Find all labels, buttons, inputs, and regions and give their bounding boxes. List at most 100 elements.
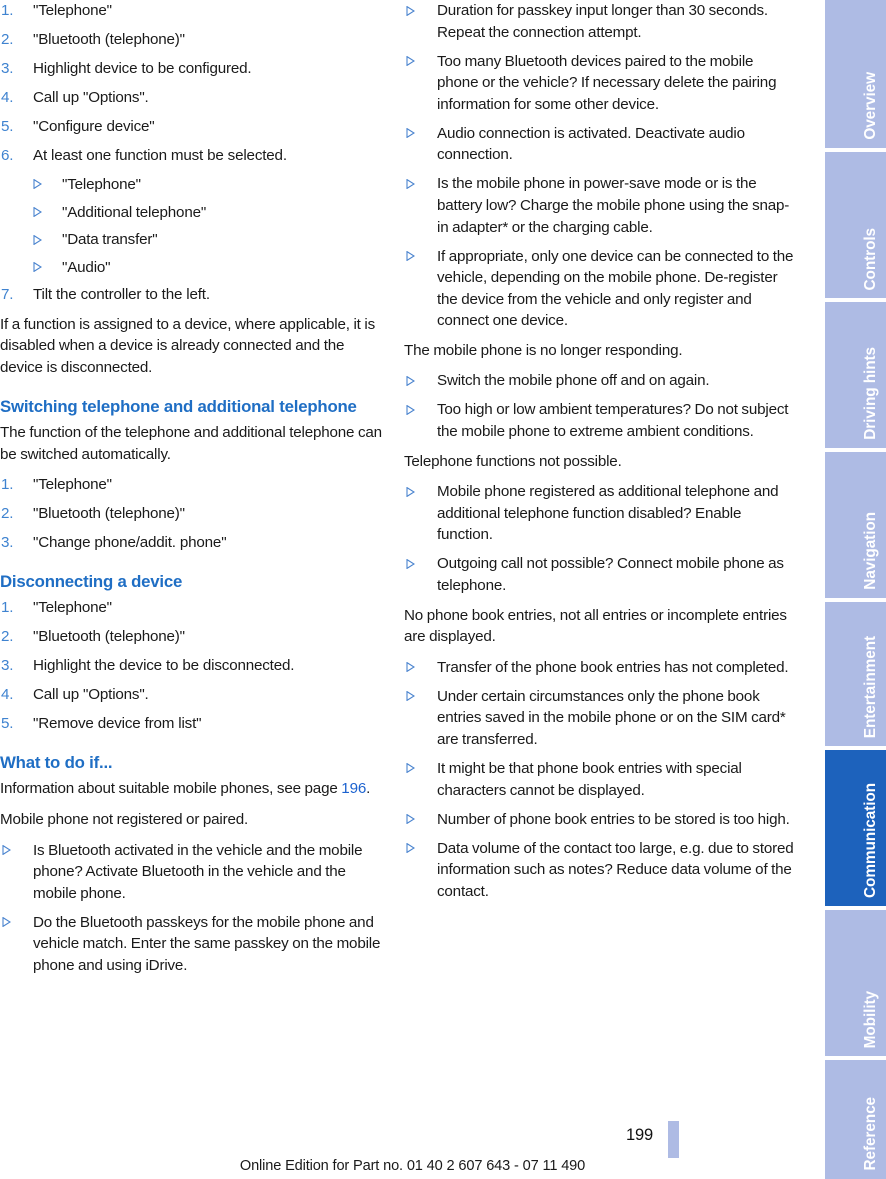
numbered-step: 2. "Bluetooth (telephone)"	[0, 29, 390, 51]
tab-entertainment[interactable]: Entertainment	[825, 602, 886, 746]
step-number: 7.	[1, 286, 14, 304]
function-option-item: "Additional telephone"	[33, 202, 390, 224]
not-registered-bullet-item: If appropriate, only one device can be c…	[404, 246, 794, 332]
manual-page: 1. "Telephone" 2. "Bluetooth (telephone)" 3.…	[0, 0, 886, 1179]
tab-reference[interactable]: Reference	[825, 1060, 886, 1179]
numbered-step: 4. Call up "Options".	[0, 684, 390, 706]
not-registered-lead: Mobile phone not registered or paired.	[0, 811, 249, 829]
tab-driving-hints[interactable]: Driving hints	[825, 302, 886, 448]
step-number: 3.	[1, 59, 14, 77]
triangle-bullet-icon	[406, 691, 415, 702]
step-number: 1.	[1, 2, 14, 19]
not-registered-bullet-list-continued: Duration for passkey input longer than 3…	[404, 0, 794, 332]
tab-communication[interactable]: Communication	[825, 750, 886, 906]
numbered-step: 1. "Telephone"	[0, 0, 390, 22]
functions-not-possible-bullet-list: Mobile phone registered as additional te…	[404, 481, 794, 596]
page-number: 199	[626, 1126, 653, 1144]
step-number: 6.	[1, 146, 14, 164]
sub-option-list-wrapper: "Telephone" "Additional telephone" "Data t…	[0, 174, 390, 278]
triangle-bullet-icon	[406, 56, 415, 67]
not-registered-bullet-item: Is the mobile phone in power-save mode o…	[404, 173, 794, 238]
step-number: 2.	[1, 505, 14, 523]
phone-book-lead: No phone book entries, not all entries o…	[404, 606, 787, 646]
heading-what-to-do-if: What to do if...	[0, 752, 113, 772]
chapter-tab-rail: Overview Controls Driving hints Navigation E…	[825, 0, 886, 1179]
step-text: Highlight the device to be disconnected.	[33, 657, 295, 675]
phone-book-bullet-item: Transfer of the phone book entries has n…	[404, 657, 794, 679]
not-registered-bullet-item: Is Bluetooth activated in the vehicle an…	[0, 840, 390, 905]
step-number: 4.	[1, 88, 14, 106]
step-text: Call up "Options".	[33, 88, 149, 106]
tab-overview[interactable]: Overview	[825, 0, 886, 148]
heading-disconnecting-device: Disconnecting a device	[0, 571, 183, 591]
tab-label: Reference	[862, 1097, 879, 1171]
bullet-item-text: Duration for passkey input longer than 3…	[437, 2, 768, 41]
function-option-item: "Telephone"	[33, 174, 390, 196]
bullet-item-text: Too many Bluetooth devices paired to the…	[437, 52, 777, 113]
triangle-bullet-icon	[406, 486, 415, 497]
tab-label: Communication	[862, 783, 879, 898]
numbered-step: 5. "Configure device"	[0, 116, 390, 138]
functions-not-possible-bullet-item: Outgoing call not possible? Connect mobi…	[404, 553, 794, 596]
bullet-item-text: If appropriate, only one device can be c…	[437, 247, 794, 330]
bullet-item-text: Data volume of the contact too large, e.…	[437, 839, 794, 900]
configure-device-step-list: 1. "Telephone" 2. "Bluetooth (telephone)" 3.…	[0, 0, 390, 306]
step-text: At least one function must be selected.	[33, 146, 287, 164]
tab-navigation[interactable]: Navigation	[825, 452, 886, 598]
what-to-do-intro-prefix: Information about suitable mobile phones…	[0, 780, 342, 798]
step-number: 3.	[1, 657, 14, 675]
function-option-text: "Telephone"	[62, 175, 141, 193]
bullet-item-text: Mobile phone registered as additional te…	[437, 483, 779, 544]
triangle-bullet-icon	[33, 262, 42, 273]
function-option-item: "Audio"	[33, 257, 390, 279]
bullet-item-text: Is the mobile phone in power-save mode o…	[437, 175, 790, 236]
not-responding-bullet-list: Switch the mobile phone off and on again…	[404, 370, 794, 442]
phone-book-bullet-item: Number of phone book entries to be store…	[404, 809, 794, 831]
function-option-text: "Additional telephone"	[62, 203, 207, 221]
numbered-step: 3. "Change phone/addit. phone"	[0, 532, 390, 554]
bullet-item-text: Under certain circumstances only the pho…	[437, 687, 786, 748]
bullet-item-text: Number of phone book entries to be store…	[437, 810, 790, 828]
tab-label: Controls	[862, 227, 879, 290]
bullet-item-text: It might be that phone book entries with…	[437, 759, 742, 799]
left-text-column: 1. "Telephone" 2. "Bluetooth (telephone)" 3.…	[0, 0, 390, 985]
function-option-item: "Data transfer"	[33, 229, 390, 251]
triangle-bullet-icon	[33, 207, 42, 217]
numbered-step: 1. "Telephone"	[0, 474, 390, 496]
triangle-bullet-icon	[406, 375, 415, 386]
function-option-text: "Audio"	[62, 258, 111, 276]
triangle-bullet-icon	[406, 404, 415, 415]
tab-label: Mobility	[862, 990, 879, 1048]
triangle-bullet-icon	[33, 179, 42, 190]
step-number: 5.	[1, 715, 14, 733]
tab-label: Driving hints	[862, 347, 879, 440]
triangle-bullet-icon	[406, 814, 415, 825]
what-to-do-intro-suffix: .	[366, 780, 371, 798]
tab-mobility[interactable]: Mobility	[825, 910, 886, 1056]
tab-controls[interactable]: Controls	[825, 152, 886, 298]
step-text: "Change phone/addit. phone"	[33, 534, 227, 552]
not-responding-bullet-item: Too high or low ambient temperatures? Do…	[404, 399, 794, 442]
not-registered-bullet-item: Duration for passkey input longer than 3…	[404, 0, 794, 43]
function-option-text: "Data transfer"	[62, 231, 158, 249]
numbered-step: 4. Call up "Options".	[0, 87, 390, 109]
step-number: 3.	[1, 534, 14, 552]
switching-telephone-step-list: 1. "Telephone" 2. "Bluetooth (telephone)" 3.…	[0, 474, 390, 554]
step-text: Highlight device to be configured.	[33, 59, 252, 77]
numbered-step: 1. "Telephone"	[0, 597, 390, 619]
function-option-list: "Telephone" "Additional telephone" "Data t…	[33, 174, 390, 278]
step-text: "Bluetooth (telephone)"	[33, 628, 185, 646]
numbered-step: 3. Highlight device to be configured.	[0, 58, 390, 80]
not-registered-bullet-item: Too many Bluetooth devices paired to the…	[404, 51, 794, 116]
page-reference-link[interactable]: 196	[341, 780, 366, 797]
configure-note-paragraph: If a function is assigned to a device, w…	[0, 315, 376, 377]
step-text: "Configure device"	[33, 117, 155, 135]
step-number: 5.	[1, 117, 14, 135]
right-text-column: Duration for passkey input longer than 3…	[404, 0, 794, 910]
tab-label: Entertainment	[862, 635, 879, 738]
bullet-item-text: Outgoing call not possible? Connect mobi…	[437, 555, 784, 594]
numbered-step: 7. Tilt the controller to the left.	[0, 284, 390, 306]
step-number: 2.	[1, 30, 14, 48]
triangle-bullet-icon	[406, 251, 415, 261]
bullet-item-text: Is Bluetooth activated in the vehicle an…	[33, 841, 363, 902]
